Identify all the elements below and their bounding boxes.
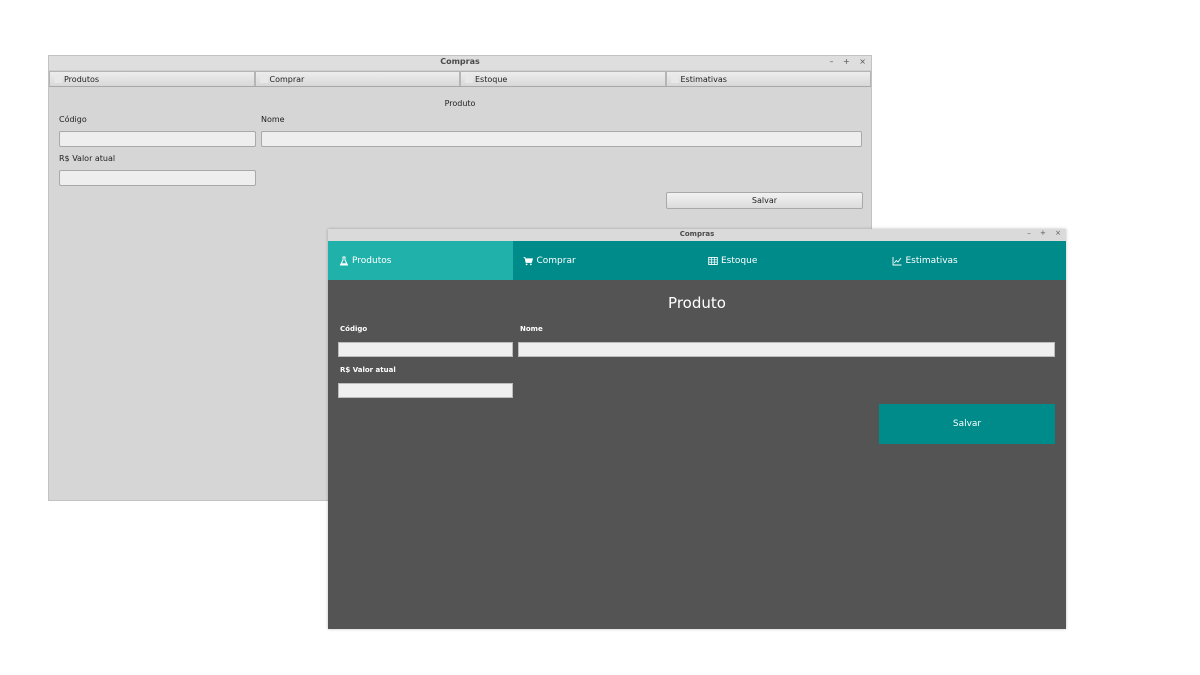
tab-label: Comprar xyxy=(536,255,576,266)
tab-label: Produtos xyxy=(352,255,392,266)
tab-comprar[interactable]: Comprar xyxy=(513,241,698,280)
tab-bar: Produtos Comprar Estoque Estimativas xyxy=(49,71,871,87)
form-title: Produto xyxy=(668,294,726,312)
tab-label: Estimativas xyxy=(905,255,958,266)
valor-input[interactable] xyxy=(59,170,256,186)
tab-produtos[interactable]: Produtos xyxy=(49,71,255,86)
tab-label: Estoque xyxy=(475,74,508,84)
tab-estoque[interactable]: Estoque xyxy=(697,241,882,280)
cart-icon xyxy=(259,75,268,83)
valor-label: R$ Valor atual xyxy=(340,366,396,374)
codigo-input[interactable] xyxy=(338,342,513,357)
codigo-label: Código xyxy=(340,325,368,333)
title-bar[interactable]: Compras – + × xyxy=(328,229,1066,241)
nome-input[interactable] xyxy=(261,131,862,147)
table-icon xyxy=(707,255,718,266)
tab-produtos[interactable]: Produtos xyxy=(328,241,513,280)
tab-label: Comprar xyxy=(269,74,305,84)
cart-icon xyxy=(523,255,534,266)
compras-window-dark: Compras – + × Produtos Comprar Estoque E… xyxy=(328,229,1066,629)
flask-icon xyxy=(338,255,349,266)
nome-input[interactable] xyxy=(518,342,1055,357)
nome-label: Nome xyxy=(261,115,285,124)
valor-input[interactable] xyxy=(338,383,513,398)
line-chart-icon xyxy=(892,255,903,266)
maximize-button[interactable]: + xyxy=(843,57,850,66)
minimize-button[interactable]: – xyxy=(1027,229,1031,237)
tab-label: Produtos xyxy=(64,74,100,84)
nome-label: Nome xyxy=(520,325,543,333)
tab-label: Estoque xyxy=(721,255,758,266)
tab-bar: Produtos Comprar Estoque Estimativas xyxy=(328,241,1066,280)
close-button[interactable]: × xyxy=(859,57,866,66)
minimize-button[interactable]: – xyxy=(830,57,834,66)
tab-estoque[interactable]: Estoque xyxy=(460,71,666,86)
save-button[interactable]: Salvar xyxy=(666,192,863,209)
flask-icon xyxy=(54,75,62,83)
tab-comprar[interactable]: Comprar xyxy=(254,71,460,86)
codigo-label: Código xyxy=(59,115,87,124)
close-button[interactable]: × xyxy=(1055,229,1061,237)
tab-label: Estimativas xyxy=(680,74,727,84)
table-icon xyxy=(465,75,473,83)
tab-estimativas[interactable]: Estimativas xyxy=(882,241,1067,280)
window-title: Compras xyxy=(440,57,480,66)
save-button[interactable]: Salvar xyxy=(879,404,1055,444)
tab-estimativas[interactable]: Estimativas xyxy=(665,71,871,86)
chart-icon xyxy=(670,75,679,83)
title-bar[interactable]: Compras – + × xyxy=(49,56,871,71)
produto-form: Produto Código Nome R$ Valor atual Salva… xyxy=(328,280,1066,629)
codigo-input[interactable] xyxy=(59,131,256,147)
maximize-button[interactable]: + xyxy=(1040,229,1046,237)
valor-label: R$ Valor atual xyxy=(59,154,116,163)
form-title: Produto xyxy=(444,99,476,108)
window-title: Compras xyxy=(679,230,715,238)
